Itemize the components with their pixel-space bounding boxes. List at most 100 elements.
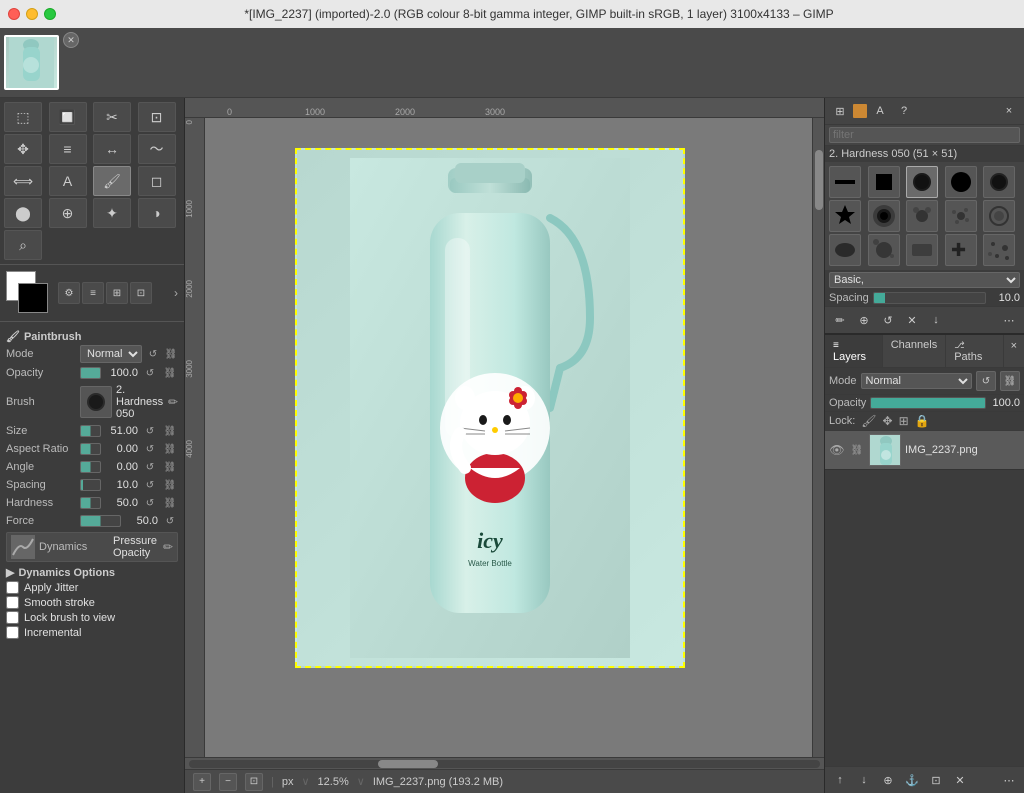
brush-category-select[interactable]: Basic, (829, 272, 1020, 288)
angle-reset-icon[interactable]: ↺ (142, 459, 158, 475)
tool-info-btn[interactable]: ≡ (82, 282, 104, 304)
h-scrollbar[interactable] (185, 757, 824, 769)
tool-eraser[interactable]: ◻ (138, 166, 176, 196)
tab-layers[interactable]: ≡ Layers (825, 335, 883, 367)
maximize-button[interactable] (44, 8, 56, 20)
layer-anchor-icon[interactable]: ⚓ (901, 769, 923, 791)
close-tab-button[interactable]: ✕ (63, 32, 79, 48)
brush-item-star[interactable] (829, 200, 861, 232)
foreground-color-swatch[interactable] (18, 283, 48, 313)
edit-brush-btn[interactable]: ✏ (168, 395, 178, 409)
lock-brush-checkbox[interactable] (6, 611, 19, 624)
tab-paths[interactable]: ⎇ Paths (946, 335, 1003, 367)
mode-chain-icon[interactable]: ⛓ (164, 346, 178, 362)
brush-item-hard100[interactable] (945, 166, 977, 198)
tool-grid-btn[interactable]: ⊞ (106, 282, 128, 304)
v-scroll-thumb[interactable] (815, 150, 823, 210)
tool-crop[interactable]: ⊡ (138, 102, 176, 132)
layers-mode-select[interactable]: Normal (861, 373, 972, 389)
brush-item-fuzzy[interactable] (868, 200, 900, 232)
image-thumbnail[interactable] (4, 35, 59, 90)
brush-item-square[interactable] (868, 166, 900, 198)
tab-channels[interactable]: Channels (883, 335, 946, 367)
h-scroll-thumb[interactable] (378, 760, 438, 768)
brush-item-splat[interactable] (868, 234, 900, 266)
brushes-color-icon[interactable] (853, 104, 867, 118)
angle-chain-icon[interactable]: ⛓ (162, 459, 178, 475)
brush-item-hardedge[interactable] (829, 166, 861, 198)
v-scrollbar[interactable] (812, 118, 824, 757)
size-chain-icon[interactable]: ⛓ (162, 423, 178, 439)
layers-menu-icon[interactable]: ⋯ (998, 769, 1020, 791)
spacing-reset-icon[interactable]: ↺ (142, 477, 158, 493)
brush-item-paint[interactable] (906, 200, 938, 232)
smooth-stroke-row[interactable]: Smooth stroke (6, 596, 178, 609)
opacity-reset-icon[interactable]: ↺ (142, 365, 158, 381)
layer-duplicate-icon[interactable]: ⊕ (877, 769, 899, 791)
layer-delete-icon[interactable]: ✕ (949, 769, 971, 791)
layer-visibility-toggle[interactable]: 👁 (829, 442, 845, 458)
size-slider[interactable]: 51.00 (80, 425, 138, 437)
tool-flip[interactable]: ⟺ (4, 166, 42, 196)
layers-reset-btn[interactable]: ↺ (976, 371, 996, 391)
force-reset-icon[interactable]: ↺ (162, 513, 178, 529)
h-scroll-track[interactable] (189, 760, 820, 768)
tool-clone[interactable]: ⊕ (49, 198, 87, 228)
opacity-chain-icon[interactable]: ⛓ (162, 365, 178, 381)
size-reset-icon[interactable]: ↺ (142, 423, 158, 439)
brush-filter-input[interactable] (829, 127, 1020, 143)
spacing-slider[interactable]: 10.0 (80, 479, 138, 491)
brushes-text-icon[interactable]: A (869, 100, 891, 122)
minimize-button[interactable] (26, 8, 38, 20)
aspect-slider[interactable]: 0.00 (80, 443, 138, 455)
status-add-btn[interactable]: + (193, 773, 211, 791)
tool-zoom[interactable]: ⌕ (4, 230, 42, 260)
tool-move[interactable]: ✥ (4, 134, 42, 164)
lock-paint-icon[interactable]: 🖌 (861, 414, 876, 428)
panel-collapse-btn[interactable]: › (174, 286, 178, 300)
hardness-reset-icon[interactable]: ↺ (142, 495, 158, 511)
opacity-slider[interactable]: 100.0 (80, 367, 138, 379)
tool-options-btn[interactable]: ⚙ (58, 282, 80, 304)
layers-panel-close[interactable]: × (1004, 335, 1024, 357)
apply-jitter-row[interactable]: Apply Jitter (6, 581, 178, 594)
brushes-close-icon[interactable]: × (998, 100, 1020, 122)
smooth-stroke-checkbox[interactable] (6, 596, 19, 609)
tool-lasso[interactable]: 🔲 (49, 102, 87, 132)
lock-brush-row[interactable]: Lock brush to view (6, 611, 178, 624)
brushes-grid-icon[interactable]: ⊞ (829, 100, 851, 122)
incremental-row[interactable]: Incremental (6, 626, 178, 639)
brush-item-chalk[interactable] (829, 234, 861, 266)
brushes-help-icon[interactable]: ? (893, 100, 915, 122)
brush-save-icon[interactable]: ↓ (925, 309, 947, 331)
lock-alpha-icon[interactable]: ⊞ (899, 414, 909, 428)
layer-new-icon[interactable]: ↑ (829, 769, 851, 791)
brush-item-hardness050[interactable] (906, 166, 938, 198)
force-slider[interactable]: 50.0 (80, 515, 158, 527)
brush-item-hardedge2[interactable] (983, 166, 1015, 198)
lock-move-icon[interactable]: ✥ (883, 414, 893, 428)
brush-icon[interactable] (80, 386, 112, 418)
mode-reset-icon[interactable]: ↺ (146, 346, 160, 362)
brush-edit-icon[interactable]: ✏ (829, 309, 851, 331)
angle-slider[interactable]: 0.00 (80, 461, 138, 473)
spacing-slider-panel[interactable] (873, 292, 986, 304)
tool-fill[interactable]: ⬤ (4, 198, 42, 228)
brush-item-cross[interactable]: ✚ (945, 234, 977, 266)
tool-grid2-btn[interactable]: ⊡ (130, 282, 152, 304)
apply-jitter-checkbox[interactable] (6, 581, 19, 594)
tool-fuzzy-select[interactable]: ✂ (93, 102, 131, 132)
tool-transform[interactable]: ↔ (93, 134, 131, 164)
spacing-chain-icon[interactable]: ⛓ (162, 477, 178, 493)
layer-chain-icon[interactable]: ⛓ (849, 442, 865, 458)
layer-merge-icon[interactable]: ⊡ (925, 769, 947, 791)
brush-duplicate-icon[interactable]: ⊕ (853, 309, 875, 331)
close-button[interactable] (8, 8, 20, 20)
mode-select[interactable]: Normal (80, 345, 142, 363)
layer-down-icon[interactable]: ↓ (853, 769, 875, 791)
lock-all-icon[interactable]: 🔒 (915, 414, 930, 428)
edit-dynamics-btn[interactable]: ✏ (163, 540, 173, 554)
brush-item-grunge[interactable] (906, 234, 938, 266)
layers-opacity-slider[interactable] (870, 397, 986, 409)
aspect-reset-icon[interactable]: ↺ (142, 441, 158, 457)
